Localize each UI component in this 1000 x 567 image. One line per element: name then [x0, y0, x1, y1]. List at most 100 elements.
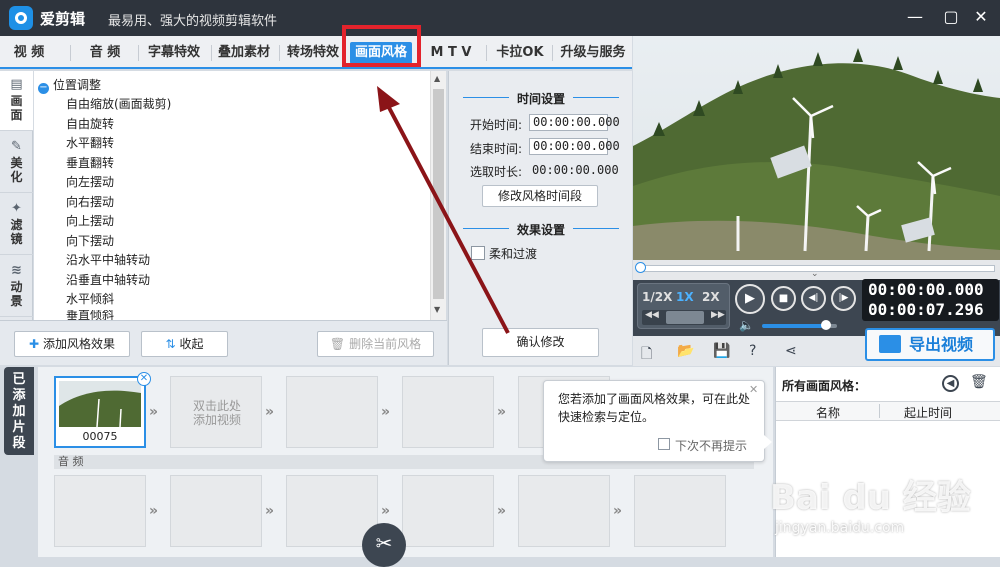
styles-table-header: 名称 起止时间 — [776, 401, 1000, 421]
delete-style-button[interactable]: 🗑 删除当前风格 — [317, 331, 434, 357]
tree-item[interactable]: 向上摆动 — [66, 212, 171, 232]
tree-item[interactable]: 向下摆动 — [66, 232, 171, 252]
effect-settings-heading: 效果设置 — [449, 221, 633, 238]
locate-back-icon[interactable]: ◀ — [942, 375, 959, 392]
tab-mtv[interactable]: M T V — [424, 42, 478, 64]
smooth-transition-checkbox[interactable] — [471, 246, 485, 260]
tree-item[interactable]: 向右摆动 — [66, 193, 171, 213]
video-preview — [633, 36, 1000, 260]
tab-video[interactable]: 视 频 — [8, 42, 50, 64]
volume-knob[interactable] — [821, 320, 831, 330]
timecode-display: 00:00:00.000 00:00:07.296 — [862, 279, 999, 321]
remove-clip-icon[interactable]: ✕ — [137, 372, 151, 386]
speed-1x[interactable]: 1X — [676, 290, 694, 304]
empty-clip-slot[interactable] — [286, 376, 378, 448]
progress-knob[interactable] — [635, 262, 646, 273]
side-tab-beautify[interactable]: ✎ 美化 — [0, 133, 33, 193]
side-tab-picture[interactable]: ▤ 画面 — [0, 71, 33, 131]
trash-icon[interactable]: 🗑 — [970, 374, 988, 390]
tab-overlay-material[interactable]: 叠加素材 — [213, 42, 275, 64]
tab-audio[interactable]: 音 频 — [80, 42, 130, 64]
added-clips-tab[interactable]: 已 添 加 片 段 — [4, 367, 34, 455]
chevron-right-icon: » — [265, 404, 274, 420]
tooltip-close-icon[interactable]: ✕ — [749, 383, 758, 396]
tree-item[interactable]: 水平翻转 — [66, 134, 171, 154]
add-video-slot[interactable]: 双击此处 添加视频 — [170, 376, 262, 448]
previous-frame-button[interactable]: ◀| — [801, 286, 826, 311]
close-button[interactable]: ✕ — [970, 6, 992, 28]
tree-item[interactable]: 自由旋转 — [66, 115, 171, 135]
help-icon[interactable]: ? — [749, 343, 756, 359]
audio-slot[interactable] — [518, 475, 610, 547]
playback-progress-bar[interactable]: ⌄ — [633, 260, 1000, 280]
all-styles-title: 所有画面风格： — [782, 379, 867, 393]
empty-clip-slot[interactable] — [402, 376, 494, 448]
audio-slot[interactable] — [54, 475, 146, 547]
tree-item[interactable]: 沿垂直中轴转动 — [66, 271, 171, 291]
tab-karaoke[interactable]: 卡拉OK — [492, 42, 548, 64]
audio-slot[interactable] — [634, 475, 726, 547]
tree-root-label: 位置调整 — [53, 78, 102, 92]
scroll-up-icon[interactable]: ▲ — [434, 74, 440, 83]
collapse-button[interactable]: ⇅ 收起 — [141, 331, 228, 357]
audio-slot[interactable] — [402, 475, 494, 547]
chevron-right-icon: » — [497, 503, 506, 519]
tab-separator — [486, 45, 487, 61]
tree-item[interactable]: 向左摆动 — [66, 173, 171, 193]
save-icon[interactable]: 💾 — [713, 343, 730, 359]
video-clip[interactable]: 00075 ✕ — [54, 372, 151, 448]
tab-subtitle-effects[interactable]: 字幕特效 — [143, 42, 205, 64]
tree-item[interactable]: 沿水平中轴转动 — [66, 251, 171, 271]
time-settings-heading: 时间设置 — [449, 90, 633, 107]
tooltip-pointer — [764, 435, 772, 449]
side-tab-filter[interactable]: ✦ 滤镜 — [0, 195, 33, 255]
next-frame-icon: |▶ — [838, 293, 849, 303]
speed-half[interactable]: 1/2X — [642, 290, 672, 304]
tab-upgrade-service[interactable]: 升级与服务 — [556, 42, 630, 64]
tree-item[interactable]: 自由缩放(画面裁剪) — [66, 95, 171, 115]
end-time-field[interactable]: 00:00:00.000 — [529, 138, 620, 155]
new-project-icon[interactable]: 🗋 — [641, 343, 652, 367]
hint-tooltip: 您若添加了画面风格效果，可在此处快速检索与定位。 ✕ 下次不再提示 — [543, 380, 772, 462]
collapse-icon[interactable]: − — [38, 83, 49, 94]
jog-handle[interactable] — [666, 311, 704, 324]
open-folder-icon[interactable]: 📂 — [677, 343, 694, 359]
export-video-button[interactable]: 导出视频 — [865, 328, 995, 361]
jog-slider[interactable]: ◀◀ ▶▶ — [642, 310, 726, 325]
tree-scrollbar[interactable]: ▲ ▼ — [430, 71, 446, 320]
chevron-right-icon: » — [381, 404, 390, 420]
trash-icon: 🗑 — [329, 337, 346, 351]
dont-show-again-label: 下次不再提示 — [675, 439, 748, 453]
dont-show-again-checkbox[interactable] — [658, 438, 670, 450]
start-time-field[interactable]: 00:00:00.000 — [529, 114, 620, 131]
tree-item[interactable]: 垂直翻转 — [66, 154, 171, 174]
confirm-modify-button[interactable]: 确认修改 — [482, 328, 599, 357]
tree-item[interactable]: 水平倾斜 — [66, 290, 171, 310]
share-icon[interactable]: ⋖ — [785, 343, 797, 359]
scrollbar-thumb[interactable] — [433, 89, 444, 299]
side-tab-label: 动景 — [10, 280, 23, 308]
chevron-down-icon[interactable]: ⌄ — [811, 269, 819, 279]
maximize-button[interactable]: ▢ — [940, 6, 962, 28]
rewind-icon[interactable]: ◀◀ — [645, 310, 659, 320]
tree-root-position-adjust[interactable]: − 位置调整 — [38, 76, 101, 94]
chevron-right-icon: » — [149, 404, 158, 420]
tab-transition-effects[interactable]: 转场特效 — [282, 42, 344, 64]
fast-forward-icon[interactable]: ▶▶ — [711, 310, 725, 320]
add-style-effect-button[interactable]: ✚ 添加风格效果 — [14, 331, 130, 357]
side-tab-motion[interactable]: ≋ 动景 — [0, 257, 33, 317]
audio-slot[interactable] — [170, 475, 262, 547]
next-frame-button[interactable]: |▶ — [831, 286, 856, 311]
modify-style-time-button[interactable]: 修改风格时间段 — [482, 185, 598, 207]
volume-icon[interactable]: 🔈 — [739, 318, 754, 332]
added-clips-char: 片 — [12, 420, 26, 435]
col-name-header: 名称 — [816, 406, 841, 420]
play-button[interactable]: ▶ — [735, 284, 765, 314]
export-icon — [879, 335, 901, 353]
tree-item[interactable]: 垂直倾斜 — [66, 310, 171, 320]
scissors-icon[interactable]: ✂ — [362, 523, 406, 567]
stop-button[interactable]: ■ — [771, 286, 796, 311]
minimize-button[interactable]: — — [904, 6, 926, 28]
scroll-down-icon[interactable]: ▼ — [434, 305, 440, 314]
speed-2x[interactable]: 2X — [702, 290, 720, 304]
